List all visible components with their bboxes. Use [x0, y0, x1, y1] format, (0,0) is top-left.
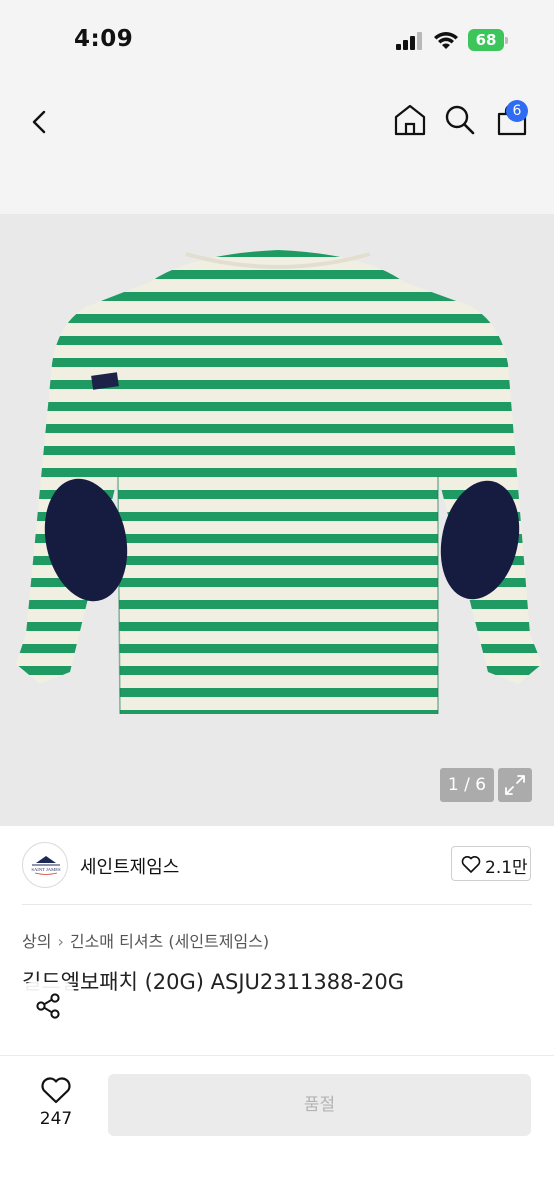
brand-like-count: 2.1만: [485, 853, 528, 878]
wish-count: 247: [22, 1109, 90, 1129]
striped-shirt-image: [0, 214, 554, 826]
search-icon[interactable]: [442, 102, 478, 138]
status-bar: 4:09 68: [0, 0, 554, 86]
product-title: 길드엘보패치 (20G) ASJU2311388-20G: [22, 966, 404, 996]
svg-text:SAINT JAMES: SAINT JAMES: [31, 867, 61, 872]
brand-name[interactable]: 세인트제임스: [80, 853, 179, 879]
brand-logo[interactable]: SAINT JAMES: [22, 842, 68, 888]
nav-bar: [0, 86, 554, 214]
battery-level: 68: [468, 31, 504, 49]
home-icon[interactable]: [392, 102, 428, 138]
chevron-right-icon: ›: [57, 932, 63, 951]
heart-icon[interactable]: [40, 1076, 72, 1104]
divider: [22, 904, 532, 905]
product-image[interactable]: [0, 214, 554, 826]
wifi-icon: [433, 30, 459, 50]
battery-indicator: 68: [468, 29, 508, 51]
signal-icon: [396, 32, 424, 50]
saint-james-logo: SAINT JAMES: [23, 843, 68, 888]
breadcrumb-item[interactable]: 긴소매 티셔츠 (세인트제임스): [70, 932, 269, 951]
heart-icon: [461, 855, 481, 873]
breadcrumb-item[interactable]: 상의: [22, 932, 51, 951]
expand-image-button[interactable]: [498, 768, 532, 802]
expand-icon: [498, 768, 532, 802]
share-icon: [34, 992, 62, 1020]
share-button[interactable]: [22, 982, 74, 1030]
breadcrumb: 상의 › 긴소매 티셔츠 (세인트제임스): [22, 928, 269, 952]
cart-count-badge: 6: [506, 100, 528, 122]
back-icon[interactable]: [22, 104, 58, 140]
brand-like-button[interactable]: 2.1만: [451, 846, 531, 881]
soldout-button: 품절: [108, 1074, 531, 1136]
status-time: 4:09: [74, 26, 133, 52]
image-counter: 1 / 6: [440, 768, 494, 802]
